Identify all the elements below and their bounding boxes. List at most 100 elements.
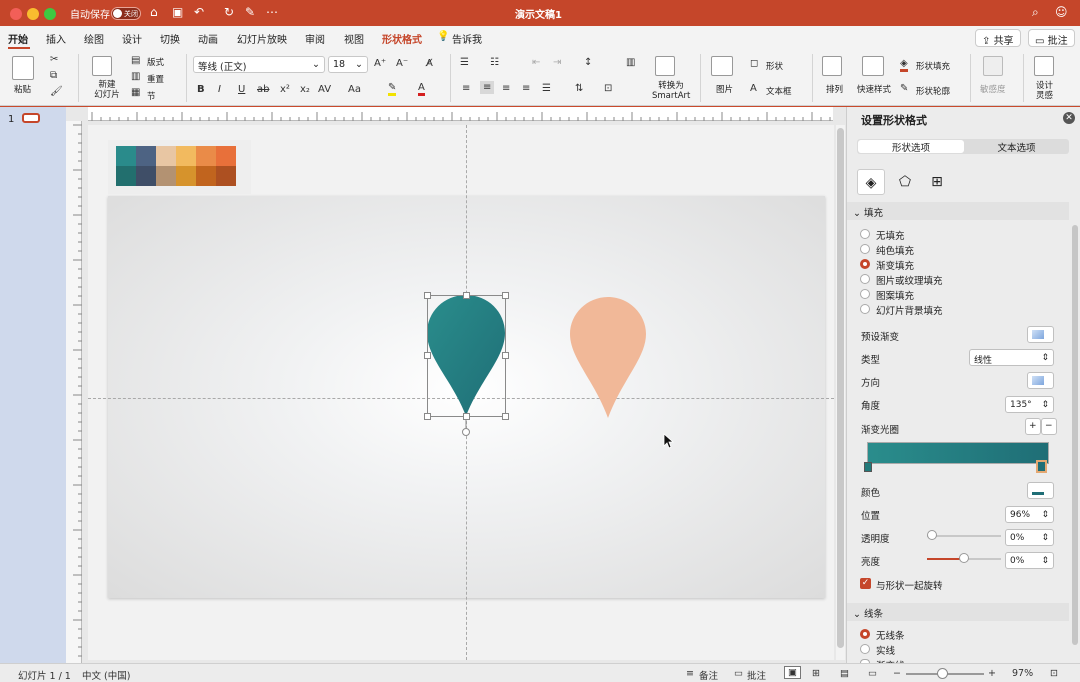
resize-handle[interactable] (424, 352, 431, 359)
superscript-icon[interactable]: x² (280, 84, 290, 95)
palette-swatch[interactable] (136, 166, 156, 186)
increase-indent-icon[interactable]: ⇥ (553, 57, 561, 68)
account-icon[interactable]: ☺ (1055, 5, 1068, 19)
arrange-button[interactable]: 排列 (826, 83, 843, 95)
radio-no-fill[interactable] (860, 229, 870, 239)
palette-swatch[interactable] (116, 146, 136, 166)
justify-icon[interactable]: ≡ (522, 83, 530, 94)
tab-home[interactable]: 开始 (8, 31, 28, 46)
bold-icon[interactable]: B (197, 84, 205, 95)
radio-solid-line[interactable] (860, 644, 870, 654)
palette-swatch[interactable] (136, 146, 156, 166)
home-icon[interactable]: ⌂ (150, 5, 158, 19)
comments-icon[interactable]: ▭ (734, 668, 743, 679)
transparency-slider[interactable] (927, 535, 1001, 537)
direction-picker[interactable] (1027, 372, 1054, 389)
language-indicator[interactable]: 中文 (中国) (82, 668, 130, 682)
share-button[interactable]: ⇪ 共享 (975, 29, 1021, 47)
clear-format-icon[interactable]: A̸ (426, 58, 433, 69)
effects-icon[interactable]: ⬠ (891, 169, 919, 195)
tab-insert[interactable]: 插入 (46, 31, 66, 46)
gradient-stop-handle-selected[interactable] (1036, 460, 1047, 473)
palette-swatch[interactable] (216, 146, 236, 166)
font-size-select[interactable]: 18 ⌄ (328, 56, 368, 73)
autosave-toggle[interactable]: 关闭 (111, 7, 141, 20)
size-properties-icon[interactable]: ⊞ (923, 169, 951, 195)
brightness-slider-thumb[interactable] (959, 553, 969, 563)
gradient-stop-handle[interactable] (864, 462, 872, 472)
shapes-button[interactable]: 形状 (766, 60, 783, 72)
cut-icon[interactable]: ✂ (50, 54, 58, 65)
fit-to-window-icon[interactable]: ⊡ (1050, 668, 1058, 679)
transparency-input[interactable]: 0% ⇕ (1005, 529, 1054, 546)
character-spacing-icon[interactable]: AV (318, 84, 331, 95)
normal-view-icon[interactable]: ▣ (784, 666, 801, 679)
picture-button[interactable]: 图片 (716, 83, 733, 95)
paste-icon[interactable] (12, 56, 34, 80)
reset-button[interactable]: 重置 (147, 73, 164, 85)
tab-shape-format[interactable]: 形状格式 (382, 31, 422, 46)
save-icon[interactable]: ▣ (172, 5, 183, 19)
format-painter-icon[interactable]: 🖌 (50, 86, 63, 97)
radio-picture-fill[interactable] (860, 274, 870, 284)
comments-button[interactable]: 批注 (747, 668, 766, 682)
italic-icon[interactable]: I (218, 84, 221, 95)
notes-button[interactable]: 备注 (699, 668, 718, 682)
zoom-slider-thumb[interactable] (937, 668, 948, 679)
align-right-icon[interactable]: ≡ (502, 83, 510, 94)
convert-smartart-button[interactable]: 转换为 SmartArt (652, 81, 690, 101)
tab-tell-me[interactable]: 告诉我 (452, 31, 482, 46)
panel-scrollbar[interactable] (1072, 225, 1078, 645)
line-section-header[interactable]: ⌄ 线条 (847, 603, 1069, 621)
textbox-button[interactable]: 文本框 (766, 85, 792, 97)
minimize-window-button[interactable] (27, 8, 39, 20)
slide-thumbnail[interactable] (22, 113, 40, 123)
edit-icon[interactable]: ✎ (245, 5, 255, 19)
tab-design[interactable]: 设计 (122, 31, 142, 46)
palette-swatch[interactable] (156, 146, 176, 166)
reading-view-icon[interactable]: ▤ (840, 668, 849, 679)
radio-pattern-fill[interactable] (860, 289, 870, 299)
columns-icon[interactable]: ▥ (626, 57, 635, 68)
preset-gradient-picker[interactable] (1027, 326, 1054, 343)
quick-styles-button[interactable]: 快速样式 (857, 83, 891, 95)
close-icon[interactable]: ✕ (1063, 112, 1075, 124)
decrease-font-icon[interactable]: A⁻ (396, 58, 408, 69)
tab-view[interactable]: 视图 (344, 31, 364, 46)
resize-handle[interactable] (502, 292, 509, 299)
numbering-icon[interactable]: ☷ (490, 57, 499, 68)
new-slide-icon[interactable] (92, 56, 112, 76)
redo-icon[interactable]: ↻ (224, 5, 234, 19)
resize-handle[interactable] (463, 292, 470, 299)
tab-slideshow[interactable]: 幻灯片放映 (237, 31, 287, 46)
palette-swatch[interactable] (176, 146, 196, 166)
canvas-scrollbar[interactable] (836, 125, 845, 660)
zoom-in-icon[interactable]: + (988, 668, 996, 679)
palette-swatch[interactable] (176, 166, 196, 186)
more-icon[interactable]: ⋯ (266, 5, 278, 19)
tab-transitions[interactable]: 切换 (160, 31, 180, 46)
bullets-icon[interactable]: ☰ (460, 57, 469, 68)
tab-animations[interactable]: 动画 (198, 31, 218, 46)
gradient-stops-bar[interactable] (867, 442, 1049, 464)
comment-button[interactable]: ▭ 批注 (1028, 29, 1075, 47)
tab-shape-options[interactable]: 形状选项 (858, 140, 964, 154)
tab-text-options[interactable]: 文本选项 (965, 140, 1068, 154)
radio-no-line[interactable] (860, 629, 870, 639)
new-slide-label[interactable]: 新建 幻灯片 (92, 80, 122, 100)
font-name-select[interactable]: 等线 (正文) ⌄ (193, 56, 325, 73)
align-left-icon[interactable]: ≡ (462, 83, 470, 94)
maximize-window-button[interactable] (44, 8, 56, 20)
picture-icon[interactable] (711, 56, 733, 76)
peach-pin-shape[interactable] (566, 294, 652, 422)
resize-handle[interactable] (463, 413, 470, 420)
quick-styles-icon[interactable] (862, 56, 884, 76)
highlight-icon[interactable]: ✎ (388, 82, 397, 96)
resize-handle[interactable] (424, 413, 431, 420)
underline-icon[interactable]: U (238, 84, 245, 95)
transparency-slider-thumb[interactable] (927, 530, 937, 540)
resize-handle[interactable] (502, 413, 509, 420)
strikethrough-icon[interactable]: ab (257, 84, 269, 95)
tab-review[interactable]: 审阅 (305, 31, 325, 46)
add-stop-button[interactable]: + (1025, 418, 1041, 435)
